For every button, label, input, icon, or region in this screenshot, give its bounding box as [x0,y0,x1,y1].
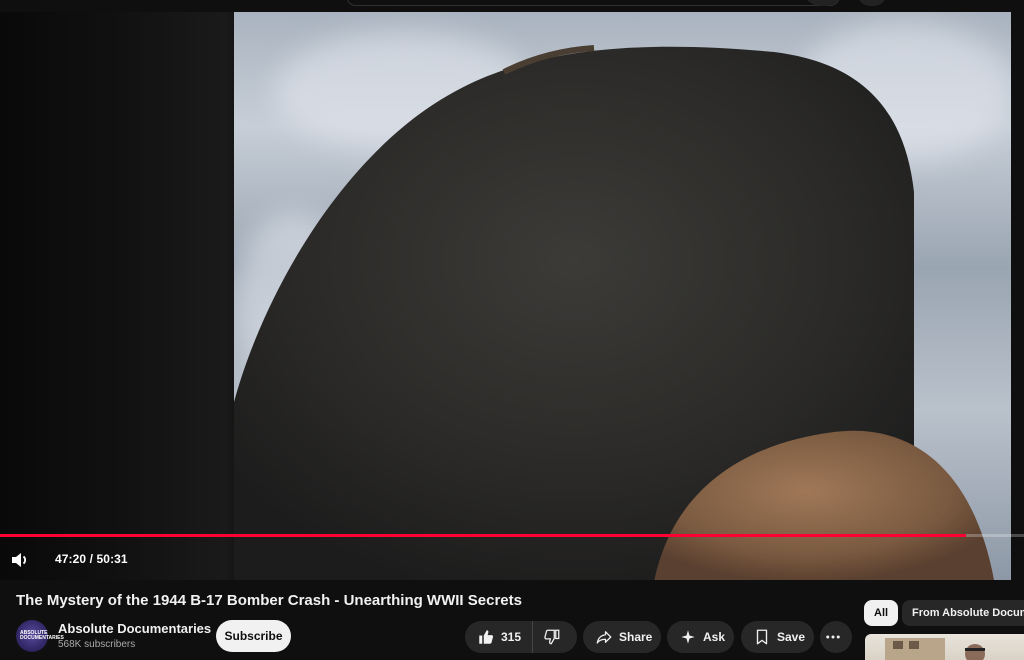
recommended-video-thumbnail[interactable] [865,634,1024,660]
progress-bar-played [0,534,966,537]
player-controls: 47:20 / 50:31 [0,540,1024,580]
chip-all[interactable]: All [864,600,899,626]
chip-from-channel[interactable]: From Absolute Documentaries [902,600,1024,626]
thumbs-down-icon [544,629,560,645]
sparkle-icon [681,630,695,644]
dislike-button[interactable] [533,621,577,653]
bookmark-icon [756,629,768,645]
search-box[interactable] [346,0,840,6]
share-label: Share [619,630,653,644]
time-separator: / [86,552,97,566]
video-frame[interactable] [234,12,1011,580]
time-total: 50:31 [96,552,128,566]
volume-icon [12,553,27,567]
thumbnail-image [885,638,985,660]
time-current: 47:20 [55,552,87,566]
channel-avatar[interactable]: ABSOLUTE DOCUMENTARIES [16,620,64,652]
like-dislike-group: 315 [465,621,577,653]
like-button[interactable]: 315 [465,621,533,653]
video-title: The Mystery of the 1944 B-17 Bomber Cras… [16,592,522,609]
propeller-blade-image [234,45,994,580]
player-right-gutter [1011,12,1024,580]
subscriber-count: 568K subscribers [58,639,136,650]
channel-avatar-logo: ABSOLUTE DOCUMENTARIES [20,630,64,641]
time-display: 47:20 / 50:31 [55,552,128,566]
more-actions-button[interactable] [820,621,852,653]
masthead [0,0,1024,12]
thumbs-up-icon [479,630,494,644]
ask-button[interactable]: Ask [667,621,734,653]
subscribe-button[interactable]: Subscribe [216,620,291,652]
save-label: Save [777,630,806,644]
more-horiz-icon [826,635,840,639]
channel-name[interactable]: Absolute Documentaries [58,621,211,636]
volume-button[interactable] [8,548,32,572]
save-button[interactable]: Save [741,621,814,653]
voice-search-button[interactable] [858,0,886,6]
share-button[interactable]: Share [583,621,661,653]
ask-label: Ask [703,630,726,644]
share-icon [596,631,612,644]
progress-bar[interactable] [0,534,1024,537]
like-count: 315 [501,630,522,644]
video-player[interactable]: 47:20 / 50:31 [0,12,1024,580]
